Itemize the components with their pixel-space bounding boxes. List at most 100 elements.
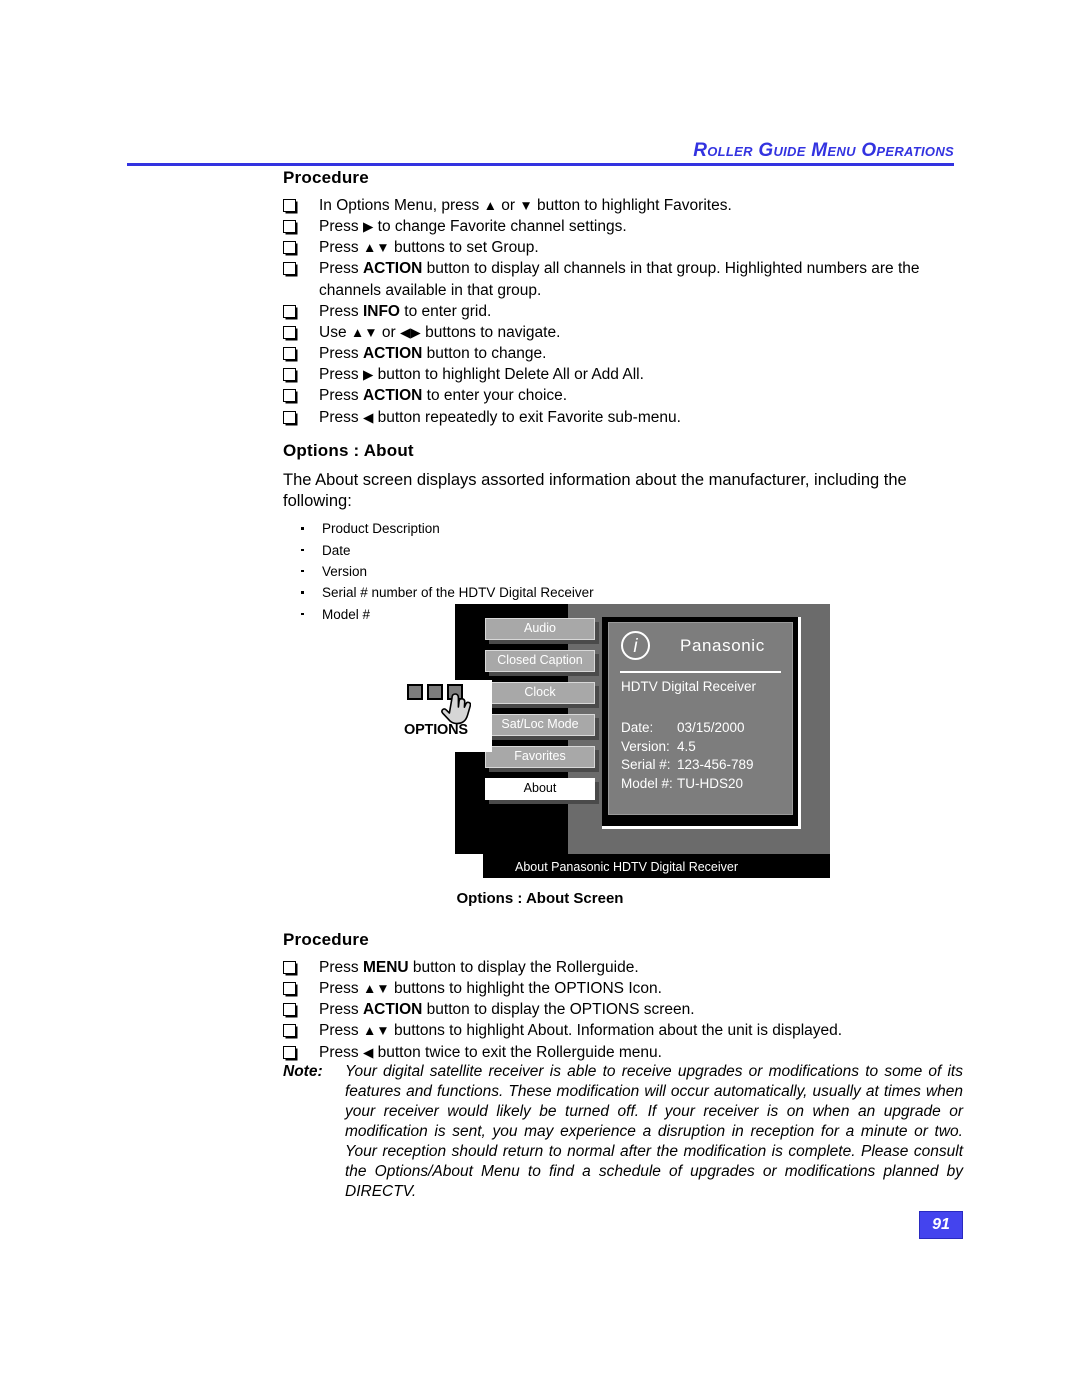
running-header-title: Roller Guide Menu Operations (693, 140, 954, 161)
arrow-glyph-icon: ▲▼ (362, 240, 390, 256)
info-row-key: Version: (621, 738, 670, 754)
info-row: Serial #: 123-456-789 (621, 756, 754, 775)
info-icon: i (621, 631, 650, 660)
arrow-glyph-icon: ▲▼ (362, 1023, 390, 1039)
bullet-dot-icon (301, 527, 304, 530)
menu-item-about[interactable]: About (485, 778, 595, 800)
bullet-dot-icon (301, 569, 304, 573)
checkbox-marker-icon (283, 410, 296, 424)
checkbox-marker-icon (283, 1045, 296, 1059)
info-row-key: Model #: (621, 775, 673, 791)
procedure-steps-list-2: Press MENU button to display the Rollerg… (283, 957, 963, 1063)
checkbox-marker-icon (283, 982, 296, 996)
figure-caption: Options : About Screen (456, 890, 624, 907)
procedure-step: Press ▲▼ buttons to set Group. (283, 237, 963, 258)
arrow-glyph-icon: ▲ (483, 198, 497, 213)
arrow-glyph-icon: ◀ (362, 1044, 374, 1060)
procedure-step: Press ACTION button to display all chann… (283, 258, 963, 300)
about-bullet-item: Version (283, 561, 963, 582)
info-row-value: TU-HDS20 (677, 775, 744, 791)
note-label: Note: (283, 1063, 323, 1080)
about-info-panel: i Panasonic HDTV Digital Receiver Date: 0… (602, 617, 801, 829)
procedure-section-about: Procedure Press MENU button to display t… (283, 930, 963, 1063)
info-panel-divider (620, 671, 781, 673)
checkbox-marker-icon (283, 368, 296, 382)
procedure-heading-1: Procedure (283, 168, 369, 187)
menu-item-favorites[interactable]: Favorites (485, 746, 595, 768)
checkbox-marker-icon (283, 389, 296, 403)
options-square-1 (407, 684, 423, 700)
procedure-step: Press ▲▼ buttons to highlight About. Inf… (283, 1020, 963, 1041)
options-about-screen-illustration: Audio Closed Caption Clock Sat/Loc Mode Favo… (403, 604, 830, 878)
arrow-glyph-icon: ◀▶ (400, 324, 421, 340)
arrow-glyph-icon: ◀ (362, 409, 374, 425)
button-name-emphasis: ACTION (362, 345, 423, 363)
document-page: Roller Guide Menu Operations Procedure I… (0, 0, 1080, 1397)
info-row: Version: 4.5 (621, 738, 754, 757)
checkbox-marker-icon (283, 1024, 296, 1038)
button-name-emphasis: INFO (362, 302, 400, 320)
checkbox-marker-icon (283, 220, 296, 234)
options-menu-column: Audio Closed Caption Clock Sat/Loc Mode Favo… (485, 618, 595, 810)
checkbox-marker-icon (283, 262, 296, 276)
procedure-step: Press ACTION to enter your choice. (283, 385, 963, 406)
info-row-value: 123-456-789 (677, 757, 754, 773)
note-text: Your digital satellite receiver is able … (345, 1063, 963, 1200)
info-row: Model #: TU-HDS20 (621, 775, 754, 794)
arrow-glyph-icon: ▼ (519, 198, 533, 213)
brand-name: Panasonic (680, 635, 765, 655)
menu-item-audio[interactable]: Audio (485, 618, 595, 640)
bullet-dot-icon (301, 591, 304, 594)
procedure-step: Press ◀ button repeatedly to exit Favori… (283, 407, 963, 428)
info-row-key: Serial #: (621, 757, 671, 773)
checkbox-marker-icon (283, 961, 296, 974)
about-bullet-item: Serial # number of the HDTV Digital Rece… (283, 582, 963, 603)
bullet-dot-icon (301, 612, 304, 616)
info-row-key: Date: (621, 720, 654, 735)
product-description: HDTV Digital Receiver (621, 679, 757, 694)
procedure-step: In Options Menu, press ▲ or ▼ button to … (283, 195, 963, 216)
options-about-heading: Options : About (283, 441, 414, 460)
button-name-emphasis: MENU (362, 959, 409, 976)
checkbox-marker-icon (283, 304, 296, 318)
procedure-step: Press INFO to enter grid. (283, 301, 963, 322)
tv-status-bar-label: About Panasonic HDTV Digital Receiver (515, 860, 739, 874)
procedure-step: Press ▲▼ buttons to highlight the OPTION… (283, 978, 963, 999)
procedure-step: Press ▶ button to highlight Delete All o… (283, 364, 963, 385)
procedure-section-favorites: Procedure In Options Menu, press ▲ or ▼ … (283, 168, 963, 428)
button-name-emphasis: ACTION (362, 260, 423, 278)
checkbox-marker-icon (283, 347, 296, 361)
arrow-glyph-icon: ▶ (362, 219, 374, 235)
info-row-value: 4.5 (677, 738, 696, 754)
procedure-heading-2: Procedure (283, 930, 369, 949)
info-row-value: 03/15/2000 (677, 720, 745, 735)
options-icon-callout: OPTIONS (403, 680, 492, 752)
options-about-intro: The About screen displays assorted infor… (283, 471, 907, 511)
checkbox-marker-icon (283, 1003, 296, 1017)
about-info-rows: Date: 03/15/2000 Version: 4.5 Serial #: 123-4… (621, 719, 754, 794)
menu-item-clock[interactable]: Clock (485, 682, 595, 704)
button-name-emphasis: ACTION (362, 387, 423, 405)
about-info-header: i Panasonic (621, 631, 765, 660)
procedure-step: Press MENU button to display the Rollerg… (283, 957, 963, 978)
about-bullet-item: Date (283, 540, 963, 561)
menu-item-closed-caption[interactable]: Closed Caption (485, 650, 595, 672)
options-about-section: Options : About The About screen display… (283, 441, 963, 625)
about-bullet-item: Product Description (283, 518, 963, 539)
arrow-glyph-icon: ▶ (362, 367, 374, 383)
page-number-badge: 91 (919, 1211, 963, 1239)
options-callout-label: OPTIONS (404, 722, 468, 738)
arrow-glyph-icon: ▲▼ (362, 981, 390, 997)
procedure-steps-list-1: In Options Menu, press ▲ or ▼ button to … (283, 195, 963, 428)
checkbox-marker-icon (283, 241, 296, 255)
info-row: Date: 03/15/2000 (621, 719, 754, 738)
procedure-step: Press ◀ button twice to exit the Rollerg… (283, 1042, 963, 1063)
procedure-step: Press ACTION button to display the OPTIO… (283, 999, 963, 1020)
about-info-panel-inner: i Panasonic HDTV Digital Receiver Date: 0… (608, 622, 793, 815)
checkbox-marker-icon (283, 325, 296, 339)
procedure-step: Press ACTION button to change. (283, 343, 963, 364)
menu-item-sat-loc-mode[interactable]: Sat/Loc Mode (485, 714, 595, 736)
procedure-step: Use ▲▼ or ◀▶ buttons to navigate. (283, 322, 963, 343)
note-block: Note: Your digital satellite receiver is… (283, 1062, 963, 1202)
arrow-glyph-icon: ▲▼ (350, 324, 378, 340)
